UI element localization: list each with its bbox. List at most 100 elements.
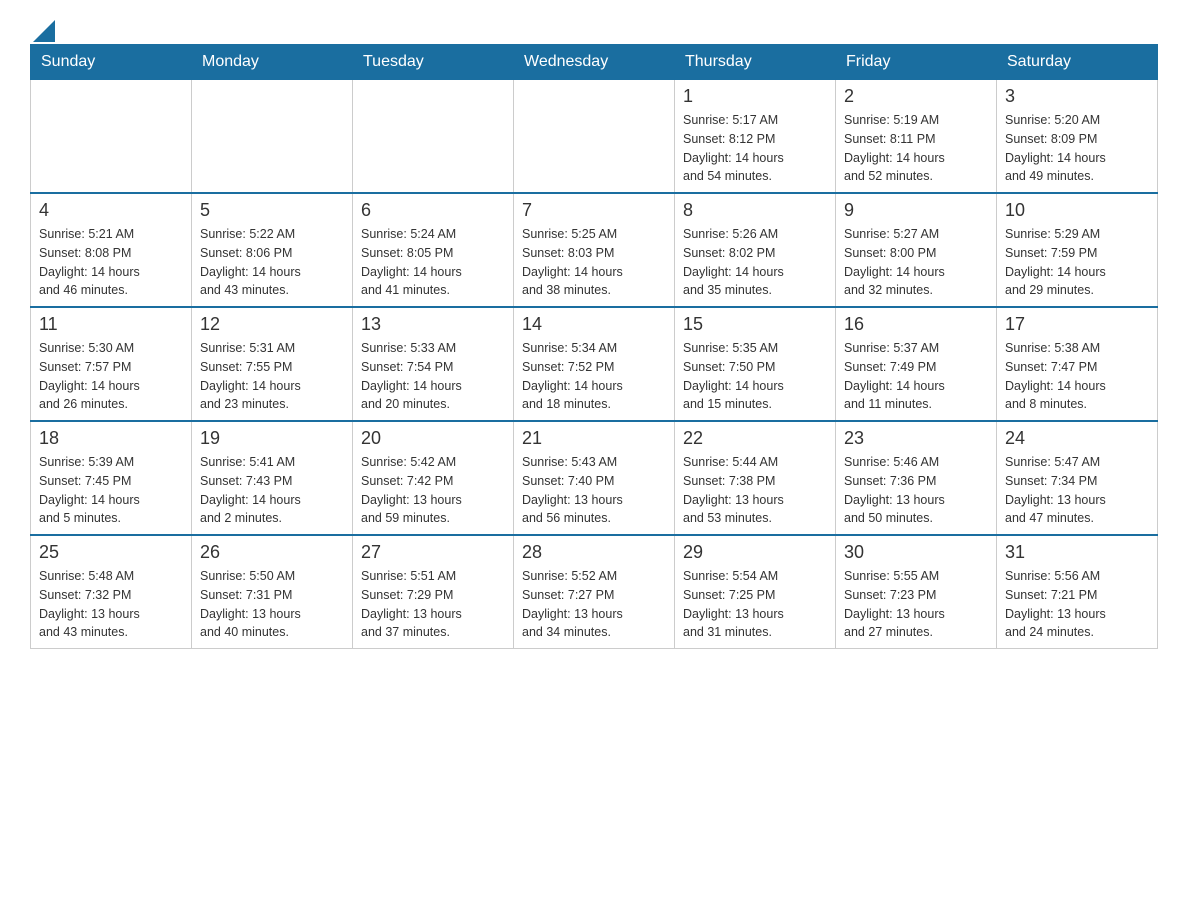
day-info: Sunrise: 5:43 AM Sunset: 7:40 PM Dayligh…	[522, 453, 666, 528]
day-number: 12	[200, 314, 344, 335]
day-number: 23	[844, 428, 988, 449]
calendar-cell: 29 Sunrise: 5:54 AM Sunset: 7:25 PM Dayli…	[675, 535, 836, 649]
calendar-cell: 9Sunrise: 5:27 AM Sunset: 8:00 PM Daylig…	[836, 193, 997, 307]
day-number: 25	[39, 542, 183, 563]
day-number: 19	[200, 428, 344, 449]
day-info: Sunrise: 5:39 AM Sunset: 7:45 PM Dayligh…	[39, 453, 183, 528]
day-number: 20	[361, 428, 505, 449]
calendar-cell: 17 Sunrise: 5:38 AM Sunset: 7:47 PM Dayli…	[997, 307, 1158, 421]
day-info: Sunrise: 5:25 AM Sunset: 8:03 PM Dayligh…	[522, 225, 666, 300]
day-number: 7	[522, 200, 666, 221]
calendar-cell: 8 Sunrise: 5:26 AM Sunset: 8:02 PM Daylig…	[675, 193, 836, 307]
calendar-cell	[192, 80, 353, 194]
calendar-cell: 24 Sunrise: 5:47 AM Sunset: 7:34 PM Dayli…	[997, 421, 1158, 535]
calendar-cell: 27Sunrise: 5:51 AM Sunset: 7:29 PM Dayli…	[353, 535, 514, 649]
day-info: Sunrise: 5:22 AM Sunset: 8:06 PM Dayligh…	[200, 225, 344, 300]
day-info: Sunrise: 5:24 AM Sunset: 8:05 PM Dayligh…	[361, 225, 505, 300]
calendar-cell: 19 Sunrise: 5:41 AM Sunset: 7:43 PM Dayli…	[192, 421, 353, 535]
day-info: Sunrise: 5:33 AM Sunset: 7:54 PM Dayligh…	[361, 339, 505, 414]
day-info: Sunrise: 5:29 AM Sunset: 7:59 PM Dayligh…	[1005, 225, 1149, 300]
day-info: Sunrise: 5:37 AM Sunset: 7:49 PM Dayligh…	[844, 339, 988, 414]
day-number: 26	[200, 542, 344, 563]
calendar-header-friday: Friday	[836, 45, 997, 80]
calendar-week-row: 11 Sunrise: 5:30 AM Sunset: 7:57 PM Dayli…	[31, 307, 1158, 421]
day-info: Sunrise: 5:42 AM Sunset: 7:42 PM Dayligh…	[361, 453, 505, 528]
calendar-header-wednesday: Wednesday	[514, 45, 675, 80]
day-info: Sunrise: 5:56 AM Sunset: 7:21 PM Dayligh…	[1005, 567, 1149, 642]
calendar-cell: 4 Sunrise: 5:21 AM Sunset: 8:08 PM Daylig…	[31, 193, 192, 307]
day-number: 28	[522, 542, 666, 563]
calendar-header-monday: Monday	[192, 45, 353, 80]
calendar-cell: 12 Sunrise: 5:31 AM Sunset: 7:55 PM Dayli…	[192, 307, 353, 421]
day-info: Sunrise: 5:41 AM Sunset: 7:43 PM Dayligh…	[200, 453, 344, 528]
day-number: 15	[683, 314, 827, 335]
calendar-cell	[353, 80, 514, 194]
day-number: 10	[1005, 200, 1149, 221]
calendar-cell: 23 Sunrise: 5:46 AM Sunset: 7:36 PM Dayli…	[836, 421, 997, 535]
day-info: Sunrise: 5:35 AM Sunset: 7:50 PM Dayligh…	[683, 339, 827, 414]
day-info: Sunrise: 5:55 AM Sunset: 7:23 PM Dayligh…	[844, 567, 988, 642]
day-info: Sunrise: 5:26 AM Sunset: 8:02 PM Dayligh…	[683, 225, 827, 300]
calendar-cell: 21 Sunrise: 5:43 AM Sunset: 7:40 PM Dayli…	[514, 421, 675, 535]
calendar-cell: 16Sunrise: 5:37 AM Sunset: 7:49 PM Dayli…	[836, 307, 997, 421]
calendar-cell: 28 Sunrise: 5:52 AM Sunset: 7:27 PM Dayli…	[514, 535, 675, 649]
calendar-cell: 13Sunrise: 5:33 AM Sunset: 7:54 PM Dayli…	[353, 307, 514, 421]
day-info: Sunrise: 5:46 AM Sunset: 7:36 PM Dayligh…	[844, 453, 988, 528]
calendar-week-row: 1Sunrise: 5:17 AM Sunset: 8:12 PM Daylig…	[31, 80, 1158, 194]
day-number: 17	[1005, 314, 1149, 335]
day-number: 22	[683, 428, 827, 449]
day-info: Sunrise: 5:44 AM Sunset: 7:38 PM Dayligh…	[683, 453, 827, 528]
day-number: 11	[39, 314, 183, 335]
calendar-header-sunday: Sunday	[31, 45, 192, 80]
day-info: Sunrise: 5:30 AM Sunset: 7:57 PM Dayligh…	[39, 339, 183, 414]
calendar-cell: 15 Sunrise: 5:35 AM Sunset: 7:50 PM Dayli…	[675, 307, 836, 421]
day-info: Sunrise: 5:52 AM Sunset: 7:27 PM Dayligh…	[522, 567, 666, 642]
day-number: 4	[39, 200, 183, 221]
logo-triangle-icon	[33, 20, 55, 42]
day-info: Sunrise: 5:34 AM Sunset: 7:52 PM Dayligh…	[522, 339, 666, 414]
calendar-cell: 25Sunrise: 5:48 AM Sunset: 7:32 PM Dayli…	[31, 535, 192, 649]
calendar-cell: 26 Sunrise: 5:50 AM Sunset: 7:31 PM Dayli…	[192, 535, 353, 649]
calendar-cell: 14 Sunrise: 5:34 AM Sunset: 7:52 PM Dayli…	[514, 307, 675, 421]
day-number: 29	[683, 542, 827, 563]
calendar-cell: 11 Sunrise: 5:30 AM Sunset: 7:57 PM Dayli…	[31, 307, 192, 421]
calendar-week-row: 18 Sunrise: 5:39 AM Sunset: 7:45 PM Dayli…	[31, 421, 1158, 535]
calendar-header-thursday: Thursday	[675, 45, 836, 80]
logo	[30, 20, 55, 34]
day-number: 18	[39, 428, 183, 449]
calendar-table: SundayMondayTuesdayWednesdayThursdayFrid…	[30, 44, 1158, 649]
calendar-cell: 1Sunrise: 5:17 AM Sunset: 8:12 PM Daylig…	[675, 80, 836, 194]
day-info: Sunrise: 5:19 AM Sunset: 8:11 PM Dayligh…	[844, 111, 988, 186]
calendar-cell: 6 Sunrise: 5:24 AM Sunset: 8:05 PM Daylig…	[353, 193, 514, 307]
day-info: Sunrise: 5:38 AM Sunset: 7:47 PM Dayligh…	[1005, 339, 1149, 414]
calendar-week-row: 4 Sunrise: 5:21 AM Sunset: 8:08 PM Daylig…	[31, 193, 1158, 307]
day-info: Sunrise: 5:50 AM Sunset: 7:31 PM Dayligh…	[200, 567, 344, 642]
day-number: 5	[200, 200, 344, 221]
day-info: Sunrise: 5:20 AM Sunset: 8:09 PM Dayligh…	[1005, 111, 1149, 186]
day-number: 1	[683, 86, 827, 107]
day-number: 27	[361, 542, 505, 563]
calendar-header-saturday: Saturday	[997, 45, 1158, 80]
day-number: 30	[844, 542, 988, 563]
day-info: Sunrise: 5:54 AM Sunset: 7:25 PM Dayligh…	[683, 567, 827, 642]
day-info: Sunrise: 5:27 AM Sunset: 8:00 PM Dayligh…	[844, 225, 988, 300]
calendar-header-row: SundayMondayTuesdayWednesdayThursdayFrid…	[31, 45, 1158, 80]
calendar-header-tuesday: Tuesday	[353, 45, 514, 80]
day-number: 3	[1005, 86, 1149, 107]
calendar-cell	[514, 80, 675, 194]
day-number: 8	[683, 200, 827, 221]
day-number: 24	[1005, 428, 1149, 449]
day-number: 14	[522, 314, 666, 335]
day-info: Sunrise: 5:47 AM Sunset: 7:34 PM Dayligh…	[1005, 453, 1149, 528]
day-number: 6	[361, 200, 505, 221]
calendar-cell: 31 Sunrise: 5:56 AM Sunset: 7:21 PM Dayli…	[997, 535, 1158, 649]
calendar-cell: 22 Sunrise: 5:44 AM Sunset: 7:38 PM Dayli…	[675, 421, 836, 535]
day-info: Sunrise: 5:21 AM Sunset: 8:08 PM Dayligh…	[39, 225, 183, 300]
page-header	[30, 20, 1158, 34]
calendar-cell: 10 Sunrise: 5:29 AM Sunset: 7:59 PM Dayli…	[997, 193, 1158, 307]
day-number: 31	[1005, 542, 1149, 563]
day-info: Sunrise: 5:31 AM Sunset: 7:55 PM Dayligh…	[200, 339, 344, 414]
day-number: 21	[522, 428, 666, 449]
calendar-cell	[31, 80, 192, 194]
calendar-week-row: 25Sunrise: 5:48 AM Sunset: 7:32 PM Dayli…	[31, 535, 1158, 649]
